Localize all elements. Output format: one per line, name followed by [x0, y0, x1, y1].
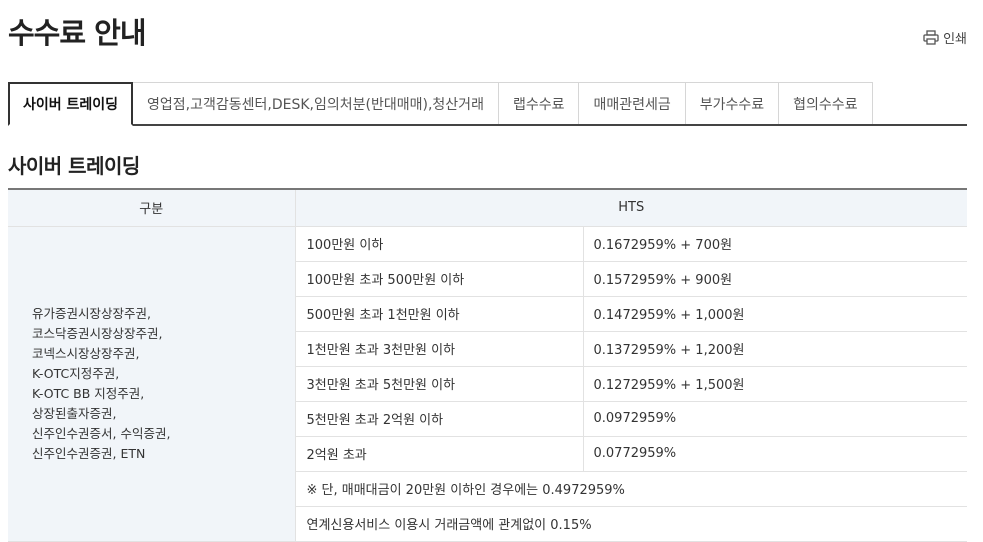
category-line: 코넥스시장상장주권,: [32, 345, 140, 361]
rate-cell: 0.0972959%: [583, 401, 967, 437]
range-cell: 3천만원 초과 5천만원 이하: [295, 366, 584, 402]
print-label: 인쇄: [943, 32, 967, 47]
print-button[interactable]: 인쇄: [923, 28, 967, 47]
category-line: 코스닥증권시장상장주권,: [32, 325, 163, 341]
category-cell: 유가증권시장상장주권, 코스닥증권시장상장주권, 코넥스시장상장주권, K-OT…: [8, 226, 296, 542]
note-cell: 연계신용서비스 이용시 거래금액에 관계없이 0.15%: [295, 506, 967, 542]
category-line: K-OTC BB 지정주권,: [32, 385, 145, 401]
printer-icon: [923, 30, 939, 45]
section-title: 사이버 트레이딩: [8, 154, 140, 178]
tab-branch-desk[interactable]: 영업점,고객감동센터,DESK,임의처분(반대매매),청산거래: [133, 82, 499, 124]
rate-cell: 0.1472959% + 1,000원: [583, 296, 967, 332]
tab-negotiated-fee[interactable]: 협의수수료: [779, 82, 873, 124]
rate-cell: 0.1372959% + 1,200원: [583, 331, 967, 367]
category-line: K-OTC지정주권,: [32, 365, 120, 381]
fee-table: 구분 HTS 유가증권시장상장주권, 코스닥증권시장상장주권, 코넥스시장상장주…: [8, 188, 967, 542]
rate-cell: 0.0772959%: [583, 436, 967, 472]
rate-cell: 0.1272959% + 1,500원: [583, 366, 967, 402]
table-row: 유가증권시장상장주권, 코스닥증권시장상장주권, 코넥스시장상장주권, K-OT…: [8, 226, 967, 542]
range-cell: 1천만원 초과 3천만원 이하: [295, 331, 584, 367]
range-cell: 100만원 초과 500만원 이하: [295, 261, 584, 297]
range-cell: 500만원 초과 1천만원 이하: [295, 296, 584, 332]
category-line: 신주인수권증서, 수익증권,: [32, 425, 171, 441]
range-cell: 5천만원 초과 2억원 이하: [295, 401, 584, 437]
range-cell: 2억원 초과: [295, 436, 584, 472]
tab-additional-fee[interactable]: 부가수수료: [685, 82, 780, 124]
category-line: 상장된출자증권,: [32, 405, 117, 421]
rate-cell: 0.1672959% + 700원: [583, 226, 967, 262]
table-header-row: 구분 HTS: [8, 189, 967, 227]
range-cell: 100만원 이하: [295, 226, 584, 262]
fee-tabs: 사이버 트레이딩 영업점,고객감동센터,DESK,임의처분(반대매매),청산거래…: [8, 82, 967, 126]
header-hts: HTS: [295, 189, 967, 227]
rate-cell: 0.1572959% + 900원: [583, 261, 967, 297]
tab-wrap-fee[interactable]: 랩수수료: [498, 82, 580, 124]
header-category: 구분: [8, 189, 296, 227]
note-cell: ※ 단, 매매대금이 20만원 이하인 경우에는 0.4972959%: [295, 471, 967, 507]
category-line: 신주인수권증권, ETN: [32, 445, 146, 461]
category-line: 유가증권시장상장주권,: [32, 305, 151, 321]
page-title: 수수료 안내: [8, 16, 146, 50]
tab-trading-tax[interactable]: 매매관련세금: [579, 82, 686, 124]
tab-cyber-trading[interactable]: 사이버 트레이딩: [8, 82, 134, 126]
